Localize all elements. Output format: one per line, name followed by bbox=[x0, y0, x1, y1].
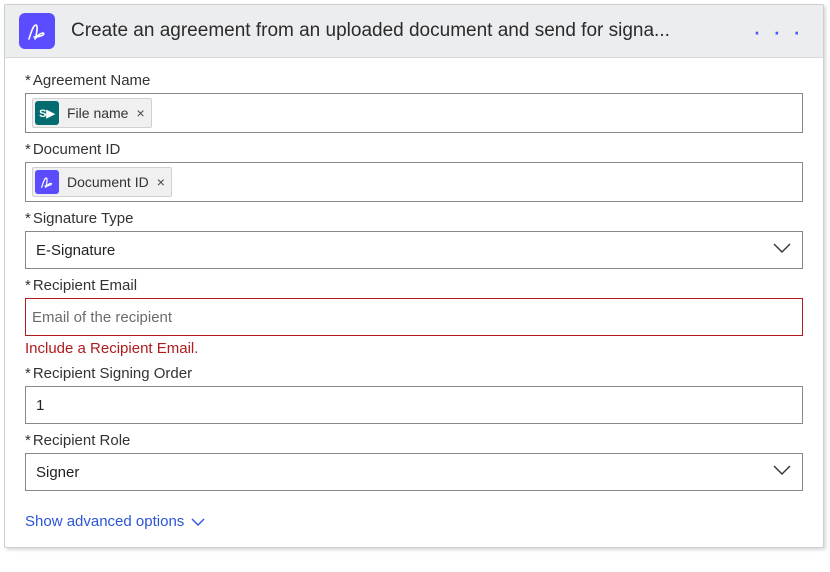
label-recipient-role: *Recipient Role bbox=[25, 432, 803, 449]
select-recipient-role[interactable]: Signer bbox=[25, 453, 803, 491]
input-signing-order[interactable]: 1 bbox=[25, 386, 803, 424]
field-recipient-email: *Recipient Email Email of the recipient … bbox=[25, 277, 803, 357]
select-signature-type[interactable]: E-Signature bbox=[25, 231, 803, 269]
label-recipient-email: *Recipient Email bbox=[25, 277, 803, 294]
label-signature-type: *Signature Type bbox=[25, 210, 803, 227]
field-recipient-role: *Recipient Role Signer bbox=[25, 432, 803, 491]
placeholder-text: Email of the recipient bbox=[32, 309, 172, 326]
card-title: Create an agreement from an uploaded doc… bbox=[71, 20, 747, 42]
token-remove-icon[interactable]: × bbox=[136, 105, 144, 121]
chevron-down-icon bbox=[772, 463, 792, 481]
adobe-sign-icon bbox=[19, 13, 55, 49]
label-signing-order: *Recipient Signing Order bbox=[25, 365, 803, 382]
action-card: Create an agreement from an uploaded doc… bbox=[4, 4, 824, 548]
sharepoint-icon: S▶ bbox=[35, 101, 59, 125]
adobe-sign-token-icon bbox=[35, 170, 59, 194]
more-menu-icon[interactable]: · · · bbox=[747, 26, 809, 36]
token-label: File name bbox=[67, 105, 128, 121]
chevron-down-icon bbox=[190, 516, 206, 528]
token-file-name[interactable]: S▶ File name × bbox=[32, 98, 152, 128]
field-signature-type: *Signature Type E-Signature bbox=[25, 210, 803, 269]
input-value: 1 bbox=[32, 397, 48, 414]
label-document-id: *Document ID bbox=[25, 141, 803, 158]
token-label: Document ID bbox=[67, 174, 149, 190]
error-recipient-email: Include a Recipient Email. bbox=[25, 340, 803, 357]
advanced-label: Show advanced options bbox=[25, 513, 184, 530]
token-remove-icon[interactable]: × bbox=[157, 174, 165, 190]
field-document-id: *Document ID Document ID × bbox=[25, 141, 803, 202]
select-value: Signer bbox=[36, 464, 79, 481]
chevron-down-icon bbox=[772, 241, 792, 259]
card-body: *Agreement Name S▶ File name × *Document… bbox=[5, 58, 823, 547]
field-agreement-name: *Agreement Name S▶ File name × bbox=[25, 72, 803, 133]
select-value: E-Signature bbox=[36, 242, 115, 259]
show-advanced-options[interactable]: Show advanced options bbox=[25, 513, 206, 530]
input-agreement-name[interactable]: S▶ File name × bbox=[25, 93, 803, 133]
card-header[interactable]: Create an agreement from an uploaded doc… bbox=[5, 5, 823, 58]
token-document-id[interactable]: Document ID × bbox=[32, 167, 172, 197]
label-agreement-name: *Agreement Name bbox=[25, 72, 803, 89]
field-signing-order: *Recipient Signing Order 1 bbox=[25, 365, 803, 424]
input-recipient-email[interactable]: Email of the recipient bbox=[25, 298, 803, 336]
input-document-id[interactable]: Document ID × bbox=[25, 162, 803, 202]
